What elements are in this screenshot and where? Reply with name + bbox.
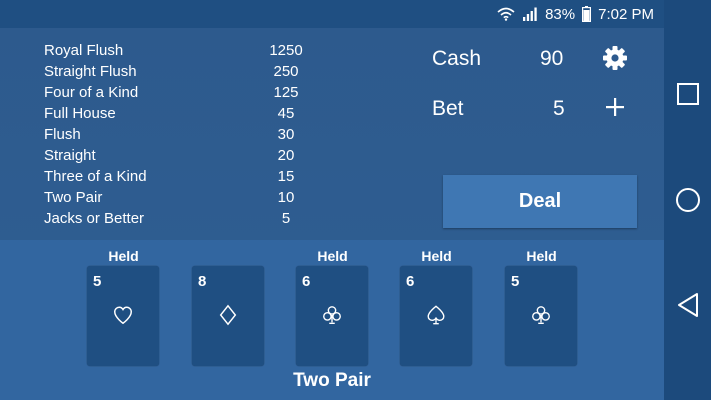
bet-label: Bet [432, 97, 464, 120]
hand-payout: 15 [277, 168, 295, 185]
paytable-row: Three of a Kind 15 [44, 166, 314, 187]
hand-name: Two Pair [44, 189, 103, 206]
held-label: Held [317, 248, 348, 264]
hand-name: Jacks or Better [44, 210, 145, 227]
card-slot[interactable]: Held 5 [87, 247, 160, 366]
held-label: Held [421, 248, 452, 264]
hand-payout: 125 [273, 84, 299, 101]
home-circle-icon [675, 187, 701, 218]
paytable: Royal Flush 1250 Straight Flush 250 Four… [44, 40, 314, 229]
held-label: Held [526, 248, 557, 264]
playing-card[interactable]: 6 [400, 266, 472, 366]
hand-name: Straight Flush [44, 63, 137, 80]
paytable-row: Straight 20 [44, 145, 314, 166]
playing-card[interactable]: 8 [192, 266, 264, 366]
recents-button[interactable] [664, 82, 711, 111]
hand-payout: 250 [273, 63, 299, 80]
diamond-icon [192, 304, 264, 326]
cash-label: Cash [432, 47, 482, 70]
recents-square-icon [676, 82, 700, 111]
paytable-row: Straight Flush 250 [44, 61, 314, 82]
playing-card[interactable]: 6 [296, 266, 368, 366]
card-rank: 6 [302, 273, 311, 290]
held-label [192, 247, 265, 265]
bet-value: 5 [553, 97, 565, 120]
back-triangle-icon [676, 292, 700, 323]
hand-payout: 5 [281, 210, 291, 227]
settings-gear-icon[interactable] [602, 45, 628, 76]
paytable-row: Four of a Kind 125 [44, 82, 314, 103]
hand-name: Full House [44, 105, 116, 122]
clock-time: 7:02 PM [598, 5, 654, 23]
card-slot[interactable]: Held 6 [296, 247, 369, 366]
playing-card[interactable]: 5 [505, 266, 577, 366]
hand-payout: 20 [277, 147, 295, 164]
hand-result: Two Pair [293, 370, 371, 391]
hand-payout: 30 [277, 126, 295, 143]
hand-name: Flush [44, 126, 81, 143]
playing-card[interactable]: 5 [87, 266, 159, 366]
paytable-row: Flush 30 [44, 124, 314, 145]
hand-payout: 1250 [269, 42, 303, 59]
card-rank: 6 [406, 273, 415, 290]
paytable-row: Two Pair 10 [44, 187, 314, 208]
hand-name: Four of a Kind [44, 84, 139, 101]
club-icon [296, 304, 368, 326]
paytable-row: Jacks or Better 5 [44, 208, 314, 229]
spade-icon [400, 304, 472, 326]
hand-payout: 10 [277, 189, 295, 206]
signal-icon [522, 7, 538, 21]
hand-name: Straight [44, 147, 96, 164]
held-label: Held [108, 248, 139, 264]
home-button[interactable] [664, 187, 711, 218]
hand-payout: 45 [277, 105, 295, 122]
card-rank: 5 [93, 273, 102, 290]
heart-icon [87, 304, 159, 326]
paytable-row: Royal Flush 1250 [44, 40, 314, 61]
hand-name: Royal Flush [44, 42, 124, 59]
increase-bet-plus-icon[interactable] [605, 97, 625, 122]
card-rank: 5 [511, 273, 520, 290]
battery-icon [582, 6, 592, 22]
back-button[interactable] [664, 292, 711, 323]
wifi-icon [497, 7, 515, 21]
card-rank: 8 [198, 273, 207, 290]
system-nav-bar [664, 0, 711, 400]
hand-name: Three of a Kind [44, 168, 147, 185]
deal-button[interactable]: Deal [443, 175, 637, 228]
card-slot[interactable]: 8 [192, 247, 265, 366]
paytable-row: Full House 45 [44, 103, 314, 124]
battery-percent: 83% [545, 5, 576, 23]
club-icon [505, 304, 577, 326]
cash-value: 90 [540, 47, 564, 70]
status-bar: 83% 7:02 PM [0, 0, 664, 28]
card-slot[interactable]: Held 5 [505, 247, 578, 366]
card-slot[interactable]: Held 6 [400, 247, 473, 366]
